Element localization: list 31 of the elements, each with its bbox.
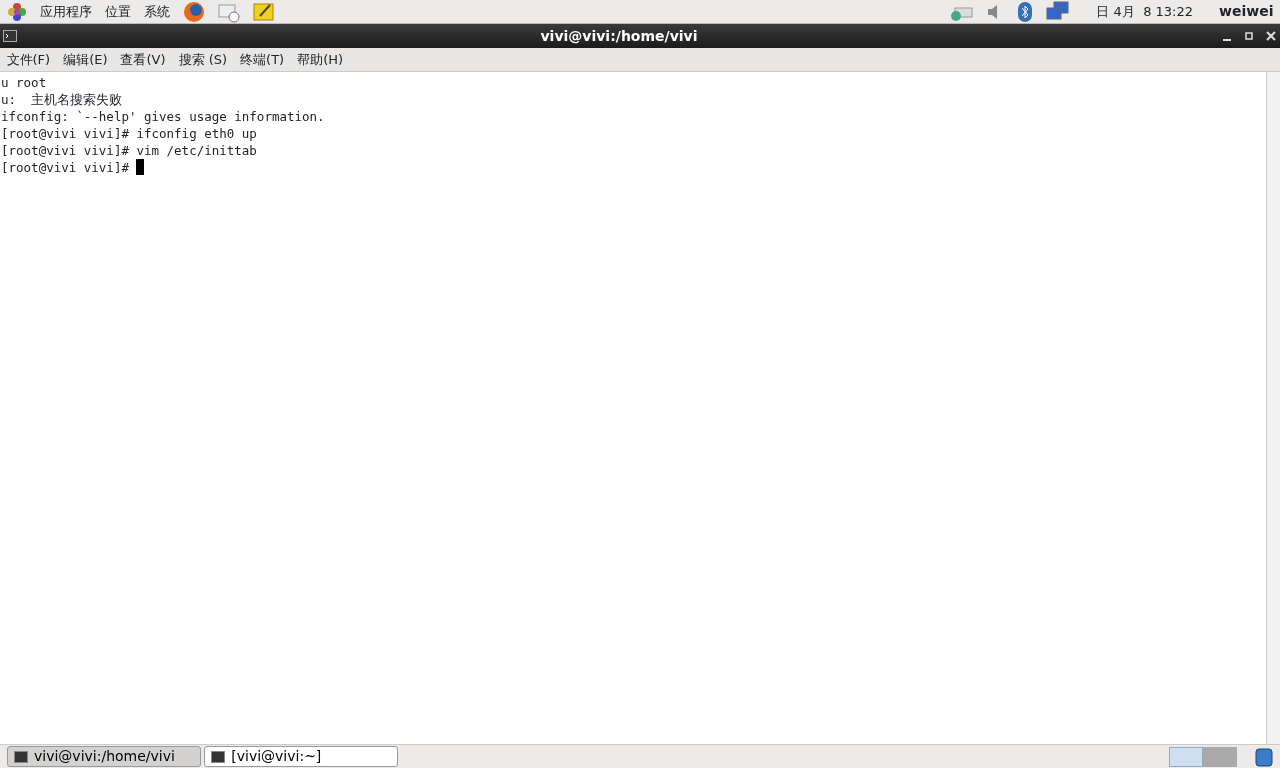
close-icon[interactable] xyxy=(1264,30,1277,42)
notepad-pencil-icon[interactable] xyxy=(252,0,275,23)
trash-icon[interactable] xyxy=(1253,746,1274,767)
terminal-line: [root@vivi vivi]# vim /etc/inittab xyxy=(1,142,258,159)
user-name[interactable]: weiwei xyxy=(1219,1,1274,22)
clock[interactable]: 日 4月 8 13:22 xyxy=(1096,1,1194,22)
globe-icon[interactable] xyxy=(182,0,205,23)
panel-menu[interactable]: 位置 xyxy=(104,1,131,22)
terminal-icon xyxy=(3,30,18,42)
panel-menu[interactable]: 系统 xyxy=(143,1,170,22)
menu-item[interactable]: 终端(T) xyxy=(240,49,285,70)
scrollbar[interactable] xyxy=(1266,72,1280,744)
cursor xyxy=(136,159,145,175)
maximize-icon[interactable] xyxy=(1242,30,1255,42)
bluetooth-icon[interactable] xyxy=(1017,0,1034,23)
menu-item[interactable]: 查看(V) xyxy=(120,49,166,70)
terminal-line: u: 主机名搜索失败 xyxy=(1,91,124,108)
menu-item[interactable]: 搜索 (S) xyxy=(178,49,228,70)
terminal-line: [root@vivi vivi]# xyxy=(1,159,1265,176)
window-title: vivi@vivi:/home/vivi xyxy=(539,26,699,46)
menu-item[interactable]: 编辑(E) xyxy=(63,49,108,70)
menu-item[interactable]: 文件(F) xyxy=(6,49,51,70)
network-computers-icon[interactable] xyxy=(1046,0,1071,23)
taskbar-button[interactable]: vivi@vivi:/home/vivi xyxy=(6,746,201,767)
panel-menu[interactable]: 应用程序 xyxy=(39,1,92,22)
terminal-line: ifconfig: `--help' gives usage information. xyxy=(1,108,326,125)
taskbar-button[interactable]: [vivi@vivi:~] xyxy=(203,746,398,767)
terminal-line: u root xyxy=(1,74,48,91)
menu-item[interactable]: 帮助(H) xyxy=(297,49,344,70)
flower-icon[interactable] xyxy=(6,1,27,22)
terminal-line: [root@vivi vivi]# ifconfig eth0 up xyxy=(1,125,258,142)
